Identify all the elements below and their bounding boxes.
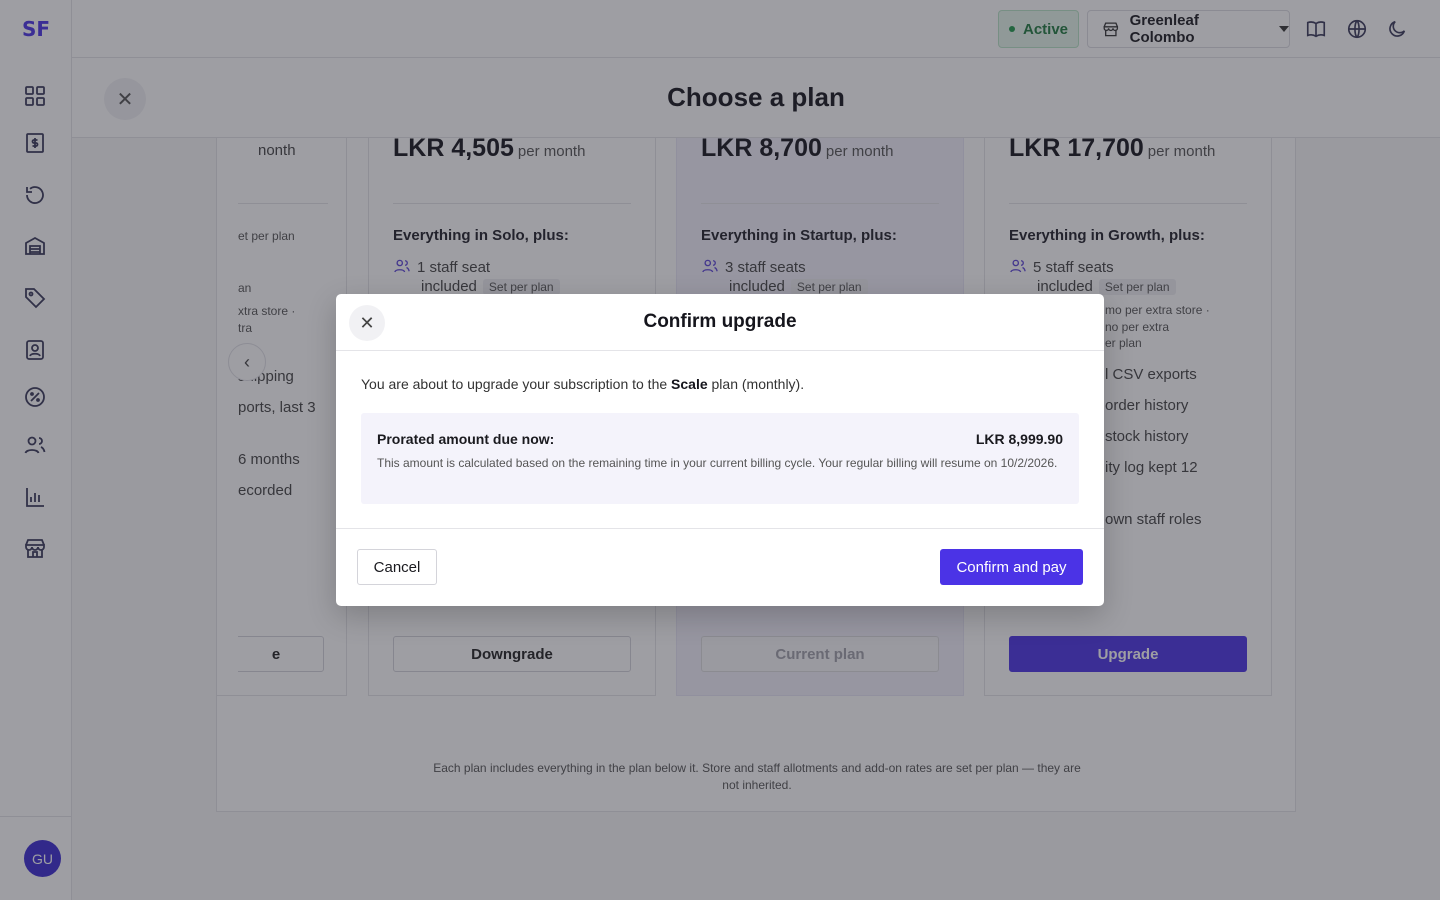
dialog-footer-divider — [336, 528, 1104, 529]
prorate-label: Prorated amount due now: — [377, 431, 555, 447]
prorate-amount: LKR 8,999.90 — [975, 431, 1063, 447]
dialog-message: You are about to upgrade your subscripti… — [361, 376, 805, 392]
confirm-upgrade-dialog: ✕ Confirm upgrade You are about to upgra… — [336, 294, 1104, 606]
prorate-note: This amount is calculated based on the r… — [377, 456, 1058, 470]
confirm-and-pay-button[interactable]: Confirm and pay — [940, 549, 1083, 585]
cancel-button[interactable]: Cancel — [357, 549, 437, 585]
plan-name: Scale — [671, 376, 708, 392]
dialog-title: Confirm upgrade — [643, 311, 797, 332]
dialog-header: ✕ Confirm upgrade — [336, 294, 1104, 351]
prorate-summary: Prorated amount due now: LKR 8,999.90 Th… — [361, 413, 1079, 504]
